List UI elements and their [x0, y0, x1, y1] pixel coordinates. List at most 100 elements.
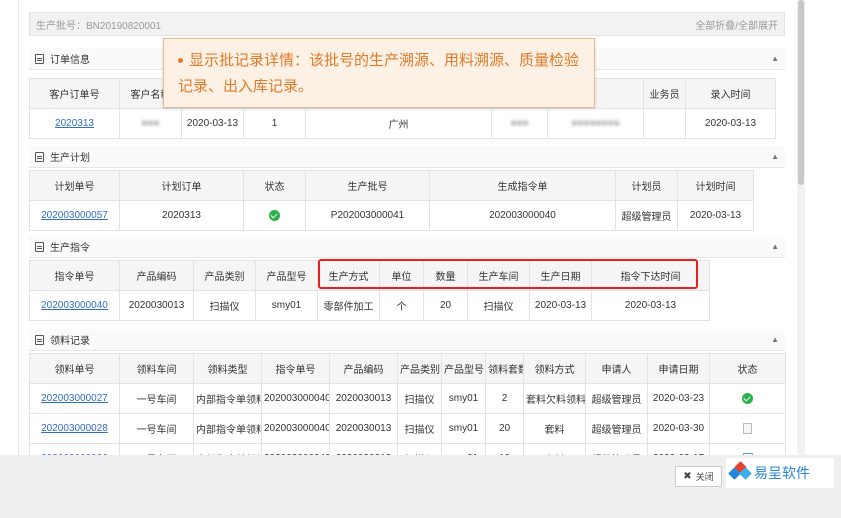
feature-callout: 显示批记录详情：该批号的生产溯源、用料溯源、质量检验记录、出入库记录。: [163, 38, 595, 108]
table-cell: 扫描仪: [193, 290, 256, 321]
column-header: 计划订单: [119, 170, 244, 201]
collapse-caret-icon[interactable]: ▲: [771, 152, 779, 161]
record-link[interactable]: 202003000040: [41, 300, 108, 311]
table-cell: 内部指令单领料: [193, 383, 262, 414]
table-header: 计划单号 计划订单 状态 生产批号 生成指令单 计划员 计划时间: [29, 170, 754, 201]
batch-number-label: 生产批号：BN20190820001: [36, 20, 162, 32]
table-cell: 10: [485, 443, 524, 455]
table-cell: 零部件加工: [317, 290, 380, 321]
table-cell: 202003000027: [29, 383, 120, 414]
cell-text: smy01: [448, 423, 479, 434]
record-link[interactable]: 2020313: [55, 118, 94, 129]
record-link[interactable]: 202003000027: [41, 393, 108, 404]
table-cell: 202003000057: [29, 200, 120, 231]
column-header: 领料方式: [523, 353, 586, 384]
column-header: 领料单号: [29, 353, 120, 384]
document-icon: [35, 334, 44, 345]
table-cell: 2020313: [29, 108, 120, 139]
section-title: 生产计划: [50, 153, 90, 164]
column-header: 领料车间: [119, 353, 194, 384]
column-header: 申请人: [585, 353, 648, 384]
column-header: 计划时间: [677, 170, 754, 201]
table-cell: 个: [379, 290, 424, 321]
column-header: 指令单号: [29, 260, 120, 291]
table-cell: 一号车间: [119, 443, 194, 455]
table-cell: [643, 108, 686, 139]
collapse-caret-icon[interactable]: ▲: [771, 54, 779, 63]
batch-number-bar: 生产批号：BN20190820001 全部折叠/全部展开: [29, 12, 785, 36]
table-cell: 一号车间: [119, 383, 194, 414]
table-cell: 内部指令单领料: [193, 413, 262, 444]
section-instruction-header[interactable]: 生产指令 ▲: [29, 236, 785, 258]
table-cell: 2020-03-13: [591, 290, 710, 321]
table-cell: 广州: [305, 108, 492, 139]
status-approved-icon: [269, 209, 280, 221]
table-cell: 202003000040: [429, 200, 616, 231]
section-title: 领料记录: [50, 336, 90, 347]
table-row: 202003000027 一号车间 内部指令单领料 202003000040 20200…: [29, 383, 786, 414]
table-cell: 套料: [523, 443, 586, 455]
table-cell: 超级管理员: [615, 200, 678, 231]
column-header: 生产批号: [305, 170, 430, 201]
column-header: 数量: [423, 260, 468, 291]
table-cell: [243, 200, 306, 231]
section-material-header[interactable]: 领料记录 ▲: [29, 329, 785, 351]
cell-text: 1: [271, 118, 278, 129]
document-icon: [35, 151, 44, 162]
cell-text: 套料欠料领料: [526, 395, 586, 406]
scrollbar-thumb[interactable]: [798, 0, 804, 185]
cell-text: 零部件加工: [323, 302, 374, 313]
column-header: 客户订单号: [29, 78, 120, 109]
table-cell: 2020030013: [329, 443, 398, 455]
table-row: 202003000028 一号车间 内部指令单领料 202003000040 20200…: [29, 413, 786, 444]
cell-text: 套料: [544, 425, 565, 436]
column-header: 录入时间: [685, 78, 776, 109]
logo-text: 易呈软件: [754, 466, 810, 482]
collapse-expand-all-toggle[interactable]: 全部折叠/全部展开: [695, 17, 778, 32]
record-link[interactable]: 202003000028: [41, 423, 108, 434]
cell-text: 内部指令单领料: [196, 425, 262, 436]
table-cell: 20: [423, 290, 468, 321]
status-approved-icon: [742, 392, 753, 404]
cell-text: 2020-03-23: [652, 393, 705, 404]
cell-text: 扫描仪: [483, 302, 514, 313]
cell-text: 2020313: [162, 210, 201, 221]
column-header: 生产日期: [529, 260, 592, 291]
table-row: 2020313 ■■■ 2020-03-13 1 广州 ■■■ ■■■■■■■■ 2020-0…: [29, 108, 776, 139]
cell-text: 内部指令单领料: [196, 395, 262, 406]
document-icon: [35, 53, 44, 64]
cell-text: ■■■: [510, 118, 529, 129]
table-header: 指令单号 产品编码 产品类别 产品型号 生产方式 单位 数量 生产车间 生产日期 指令下达时间: [29, 260, 710, 291]
section-title: 订单信息: [50, 55, 90, 66]
table-cell: 2020-03-13: [685, 108, 776, 139]
table-row: 202003000040 2020030013 扫描仪 smy01 零部件加工 个 20 扫描…: [29, 290, 710, 321]
table-cell: 202003000040: [261, 443, 330, 455]
column-header: 产品型号: [255, 260, 318, 291]
collapse-caret-icon[interactable]: ▲: [771, 335, 779, 344]
close-button[interactable]: ✖ 关闭: [675, 466, 722, 487]
cell-text: 2: [501, 393, 508, 404]
cell-text: 202003000040: [264, 423, 330, 434]
record-link[interactable]: 202003000057: [41, 210, 108, 221]
logo-icon: [728, 461, 752, 483]
table-cell: 2020030013: [329, 383, 398, 414]
table-cell: 202003000040: [29, 290, 120, 321]
cell-text: 扫描仪: [404, 395, 435, 406]
instruction-table: 指令单号 产品编码 产品类别 产品型号 生产方式 单位 数量 生产车间 生产日期 指令下达时间 2…: [29, 260, 710, 321]
column-header: 产品型号: [441, 353, 486, 384]
collapse-caret-icon[interactable]: ▲: [771, 242, 779, 251]
table-cell: [709, 383, 786, 414]
cell-text: 2020-03-13: [624, 300, 677, 311]
cell-text: smy01: [448, 393, 479, 404]
cell-text: 202003000040: [489, 210, 556, 221]
section-plan-header[interactable]: 生产计划 ▲: [29, 146, 785, 168]
table-cell: 2020-03-30: [647, 413, 710, 444]
cell-text: 2020-03-13: [689, 210, 742, 221]
table-cell: 一号车间: [119, 413, 194, 444]
cell-text: P202003000041: [330, 210, 405, 221]
cell-text: 2020-03-30: [652, 423, 705, 434]
column-header: 指令单号: [261, 353, 330, 384]
table-body: 202003000040 2020030013 扫描仪 smy01 零部件加工 个 20 扫描…: [29, 290, 710, 321]
table-cell: smy01: [255, 290, 318, 321]
cell-text: 扫描仪: [209, 302, 240, 313]
